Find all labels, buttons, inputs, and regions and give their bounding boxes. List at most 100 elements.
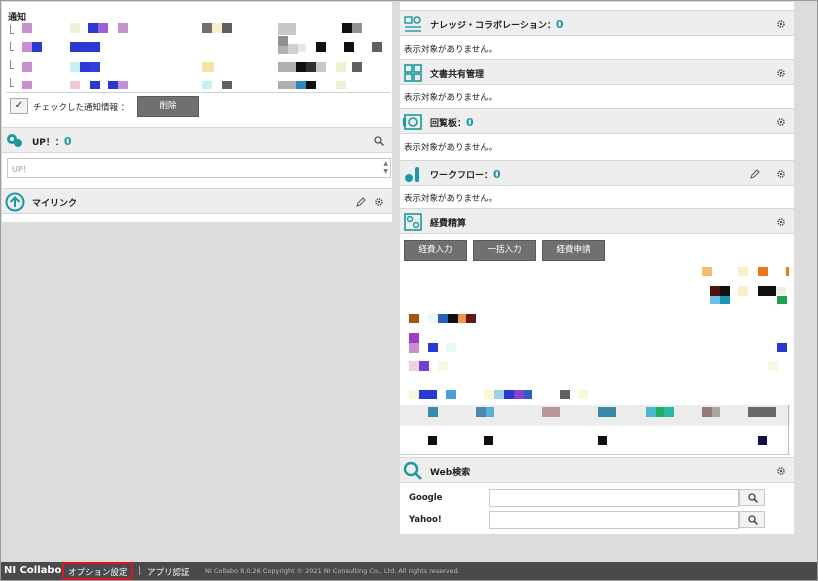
redacted-block (278, 36, 288, 46)
google-search-button[interactable] (739, 489, 765, 506)
notice-title: 通知 (8, 13, 27, 23)
redacted-block (419, 390, 437, 399)
gear-icon[interactable] (776, 217, 786, 227)
docshare-title: 文書共有管理 (430, 70, 485, 80)
app-auth-link[interactable]: アプリ認証 (147, 566, 190, 578)
redacted-block (466, 314, 476, 323)
bulk-input-button[interactable]: 一括入力 (473, 240, 536, 261)
redacted-block (70, 81, 80, 89)
expense-table-border (400, 454, 790, 455)
redacted-block (202, 62, 214, 72)
gear-icon[interactable] (776, 117, 786, 127)
redacted-block (306, 62, 316, 72)
search-icon (748, 515, 758, 525)
redacted-block (70, 42, 100, 52)
redacted-block (702, 407, 712, 417)
redacted-block (758, 286, 776, 296)
spinner-up-icon[interactable]: ▲ (383, 160, 388, 167)
notice-row-bracket (10, 42, 14, 51)
redacted-block (438, 314, 448, 323)
redacted-block (202, 81, 212, 89)
google-search-input[interactable] (489, 489, 739, 507)
workflow-empty-text: 表示対象がありません。 (404, 194, 498, 204)
circular-count: 0 (466, 116, 474, 129)
workflow-count: 0 (493, 168, 501, 181)
document-share-icon (404, 64, 422, 82)
redacted-block (22, 42, 32, 52)
redacted-block (720, 296, 730, 304)
check-label: チェックした通知情報 ： (33, 103, 130, 113)
notice-row-bracket (10, 78, 14, 87)
redacted-block (342, 23, 352, 33)
redacted-block (278, 46, 288, 54)
yahoo-label: Yahoo! (409, 515, 442, 525)
redacted-block (90, 81, 100, 89)
redacted-block (22, 23, 32, 33)
redacted-block (458, 314, 466, 323)
gear-icon[interactable] (776, 466, 786, 476)
search-icon[interactable] (374, 136, 384, 146)
redacted-block (70, 23, 80, 33)
redacted-block (278, 62, 296, 72)
redacted-block (777, 343, 787, 352)
gear-icon[interactable] (374, 197, 384, 207)
spinner-down-icon[interactable]: ▼ (383, 168, 388, 175)
redacted-block (316, 62, 326, 72)
footer-logo[interactable]: NI Collabo (4, 565, 61, 576)
select-all-checkbox[interactable]: ✓ (10, 98, 28, 114)
redacted-block (578, 390, 588, 399)
redacted-block (428, 314, 438, 323)
workflow-icon (405, 167, 419, 182)
gear-icon[interactable] (776, 169, 786, 179)
redacted-block (738, 267, 748, 276)
docshare-panel-header: 文書共有管理 (400, 59, 794, 85)
redacted-block (409, 390, 419, 399)
up-panel-header: UP！：0 (2, 127, 392, 153)
yahoo-search-button[interactable] (739, 511, 765, 528)
gear-icon[interactable] (776, 19, 786, 29)
redacted-block (22, 62, 32, 72)
websearch-panel-header: Web検索 (400, 457, 794, 483)
redacted-block (560, 390, 570, 399)
redacted-block (88, 23, 98, 33)
redacted-block (372, 42, 382, 52)
redacted-block (738, 286, 748, 296)
redacted-block (90, 62, 100, 72)
notice-row-bracket (10, 25, 14, 34)
redacted-block (22, 81, 32, 89)
expense-title: 経費精算 (430, 219, 467, 229)
option-settings-link[interactable]: オプション設定 (68, 566, 128, 578)
google-label: Google (409, 493, 443, 503)
redacted-block (484, 436, 493, 445)
redacted-block (598, 436, 607, 445)
left-column: 通知 ✓ チェックした通知情報 ： 削除 UP！：0 UP！ ▲ ▼ マイリンク (2, 2, 392, 222)
redacted-block (786, 267, 789, 276)
expense-apply-button[interactable]: 経費申請 (542, 240, 605, 261)
delete-button[interactable]: 削除 (137, 96, 199, 117)
redacted-block (428, 407, 438, 417)
redacted-block (524, 390, 532, 399)
redacted-block (278, 23, 296, 35)
expense-input-button[interactable]: 経費入力 (404, 240, 467, 261)
redacted-block (720, 286, 730, 296)
right-column: ナレッジ・コラボレーション：0 表示対象がありません。 文書共有管理 表示対象が… (400, 2, 794, 534)
up-textarea[interactable]: UP！ ▲ ▼ (7, 158, 391, 178)
workflow-title: ワークフロー： (430, 171, 494, 181)
mylink-title: マイリンク (32, 199, 78, 209)
redacted-block (758, 267, 768, 276)
redacted-block (336, 62, 346, 72)
redacted-block (306, 81, 316, 89)
redacted-block (80, 62, 90, 72)
redacted-block (598, 407, 616, 417)
yahoo-search-input[interactable] (489, 511, 739, 529)
redacted-block (409, 314, 419, 323)
gear-icon[interactable] (776, 68, 786, 78)
pencil-icon[interactable] (750, 169, 760, 179)
pencil-icon[interactable] (356, 197, 366, 207)
up-title: UP！： (32, 138, 64, 148)
workflow-panel-header: ワークフロー：0 (400, 160, 794, 186)
mylink-arrow-icon (5, 192, 25, 212)
knowledge-icon (404, 16, 421, 32)
redacted-block (486, 407, 494, 417)
redacted-block (98, 23, 108, 33)
